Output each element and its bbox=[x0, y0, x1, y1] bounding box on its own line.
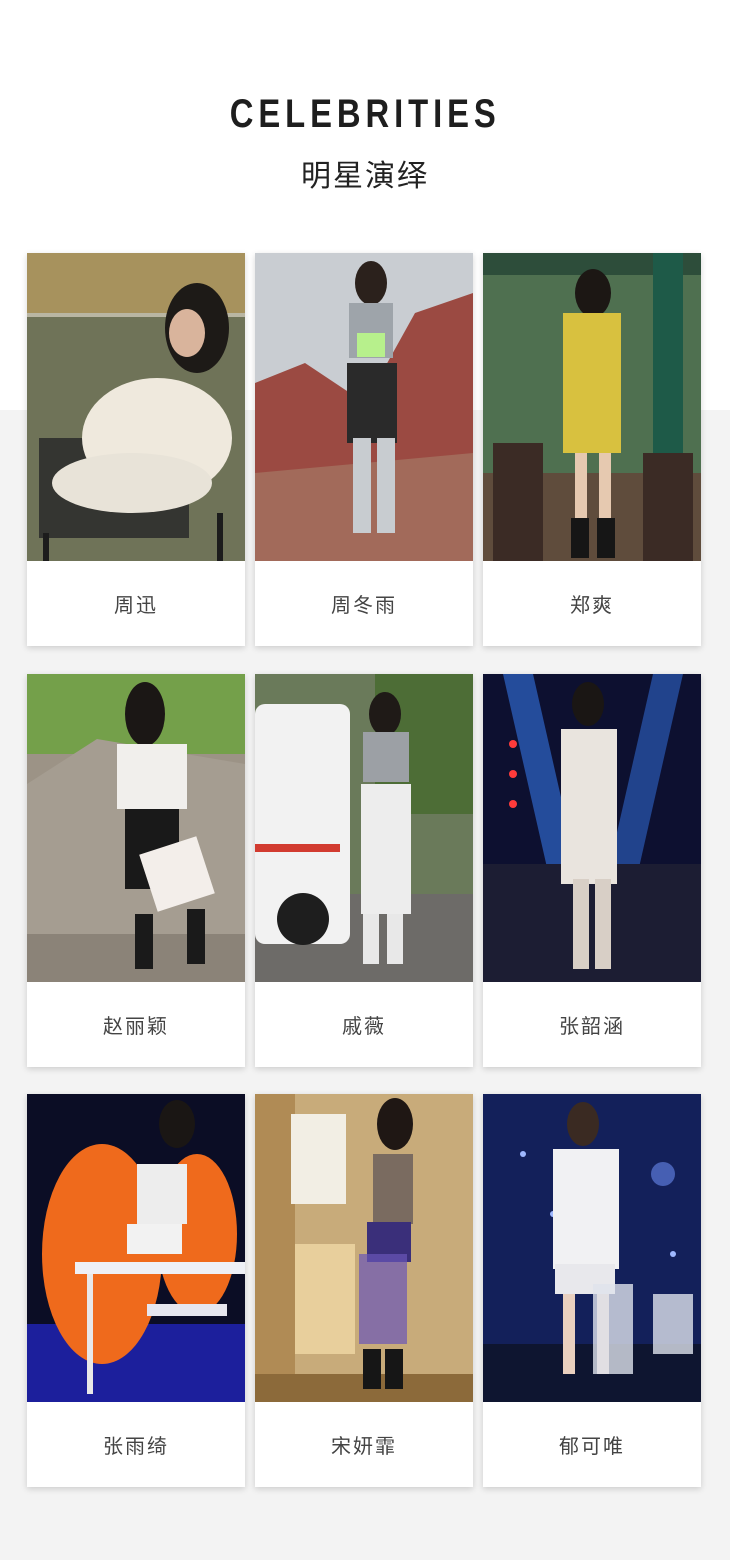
celebrity-photo bbox=[483, 674, 701, 982]
celebrity-name: 戚薇 bbox=[342, 1014, 386, 1038]
celebrity-card-9[interactable]: 郁可唯 bbox=[483, 1094, 701, 1487]
celebrity-name: 周冬雨 bbox=[331, 593, 397, 617]
celebrity-name: 郑爽 bbox=[570, 593, 614, 617]
celebrity-card-4[interactable]: 赵丽颖 bbox=[27, 674, 245, 1067]
celebrity-card-2[interactable]: 周冬雨 bbox=[255, 253, 473, 646]
celebrity-photo bbox=[255, 674, 473, 982]
celebrity-name: 赵丽颖 bbox=[103, 1014, 169, 1038]
celebrity-name: 周迅 bbox=[114, 593, 158, 617]
celebrity-name: 张韶涵 bbox=[559, 1014, 625, 1038]
celebrity-card-7[interactable]: 张雨绮 bbox=[27, 1094, 245, 1487]
celebrity-photo bbox=[27, 674, 245, 982]
celebrity-card-3[interactable]: 郑爽 bbox=[483, 253, 701, 646]
section-header: CELEBRITIES 明星演绎 bbox=[0, 92, 730, 195]
celebrity-photo bbox=[27, 253, 245, 561]
celebrity-card-8[interactable]: 宋妍霏 bbox=[255, 1094, 473, 1487]
celebrity-name: 郁可唯 bbox=[559, 1434, 625, 1458]
section-title-chinese: 明星演绎 bbox=[301, 159, 429, 194]
celebrity-card-6[interactable]: 张韶涵 bbox=[483, 674, 701, 1067]
section-title-english: CELEBRITIES bbox=[229, 92, 501, 136]
celebrity-photo bbox=[255, 253, 473, 561]
celebrity-photo bbox=[483, 1094, 701, 1402]
celebrity-name: 宋妍霏 bbox=[331, 1434, 397, 1458]
celebrity-card-1[interactable]: 周迅 bbox=[27, 253, 245, 646]
celebrity-name: 张雨绮 bbox=[103, 1434, 169, 1458]
celebrity-card-5[interactable]: 戚薇 bbox=[255, 674, 473, 1067]
celebrity-photo bbox=[255, 1094, 473, 1402]
celebrity-photo bbox=[483, 253, 701, 561]
celebrity-photo bbox=[27, 1094, 245, 1402]
